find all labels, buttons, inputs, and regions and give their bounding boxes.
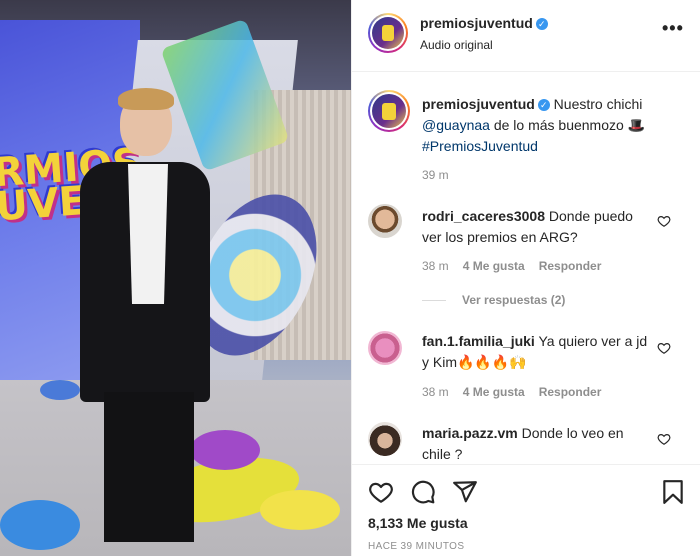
reply-button[interactable]: Responder (539, 259, 602, 273)
paint-splat (260, 490, 340, 530)
caption-time[interactable]: 39 m (422, 168, 449, 182)
paint-splat (40, 380, 80, 400)
audio-label[interactable]: Audio original (420, 38, 493, 52)
verified-badge-icon: ✓ (535, 18, 548, 30)
like-heart-icon[interactable] (368, 479, 394, 505)
view-replies-button[interactable]: Ver respuestas (2) (422, 293, 565, 307)
more-options-icon[interactable]: ••• (662, 18, 684, 39)
comment-likes[interactable]: 4 Me gusta (463, 259, 525, 273)
save-bookmark-icon[interactable] (660, 479, 686, 505)
comment-username[interactable]: maria.pazz.vm (422, 425, 518, 441)
comment-username[interactable]: rodri_caceres3008 (422, 208, 545, 224)
paint-splat (0, 500, 80, 550)
mention-link[interactable]: @guaynaa (422, 117, 490, 133)
reply-button[interactable]: Responder (539, 385, 602, 399)
comment-bubble-icon[interactable] (410, 479, 436, 505)
comment-username[interactable]: fan.1.familia_juki (422, 333, 535, 349)
post-actions: 8,133 Me gusta HACE 39 MINUTOS (352, 464, 700, 556)
verified-badge-icon: ✓ (537, 99, 550, 111)
comment-meta: 38 m 4 Me gusta Responder (422, 259, 615, 273)
comment-avatar[interactable] (368, 204, 402, 238)
post-photo[interactable]: RMIOSUVENTU (0, 0, 351, 556)
post-side-panel: premiosjuventud ✓ Audio original ••• prem… (351, 0, 700, 556)
comment-time[interactable]: 38 m (422, 259, 449, 273)
account-avatar[interactable] (368, 13, 408, 53)
comment-text: fan.1.familia_juki Ya quiero ver a jd y … (422, 331, 652, 373)
comment-text: maria.pazz.vm Donde lo veo en chile ? (422, 423, 652, 464)
comment-likes[interactable]: 4 Me gusta (463, 385, 525, 399)
caption: premiosjuventud ✓ Nuestro chichi @guaynaa… (422, 94, 688, 157)
share-send-icon[interactable] (452, 479, 478, 505)
post-header: premiosjuventud ✓ Audio original ••• (352, 0, 700, 72)
comment-like-heart-icon[interactable] (657, 214, 671, 228)
caption-text: Nuestro chichi (549, 96, 643, 112)
post-username-text[interactable]: premiosjuventud (420, 15, 533, 31)
view-replies-label[interactable]: Ver respuestas (2) (462, 293, 565, 307)
hashtag-link[interactable]: #PremiosJuventud (422, 138, 538, 154)
post-timestamp[interactable]: HACE 39 MINUTOS (368, 541, 464, 552)
comment-avatar[interactable] (368, 331, 402, 365)
photo-person (80, 88, 210, 552)
comment-avatar[interactable] (368, 422, 402, 456)
caption-username[interactable]: premiosjuventud (422, 96, 535, 112)
caption-text: de lo más buenmozo 🎩 (489, 117, 646, 133)
like-count[interactable]: 8,133 Me gusta (368, 515, 468, 531)
post-username[interactable]: premiosjuventud ✓ (420, 15, 548, 31)
comment-text: rodri_caceres3008 Donde puedo ver los pr… (422, 206, 652, 248)
comments-section[interactable]: premiosjuventud ✓ Nuestro chichi @guaynaa… (352, 72, 700, 464)
caption-avatar[interactable] (368, 90, 410, 132)
comment-meta: 38 m 4 Me gusta Responder (422, 385, 615, 399)
comment-like-heart-icon[interactable] (657, 432, 671, 446)
comment-like-heart-icon[interactable] (657, 341, 671, 355)
comment-time[interactable]: 38 m (422, 385, 449, 399)
